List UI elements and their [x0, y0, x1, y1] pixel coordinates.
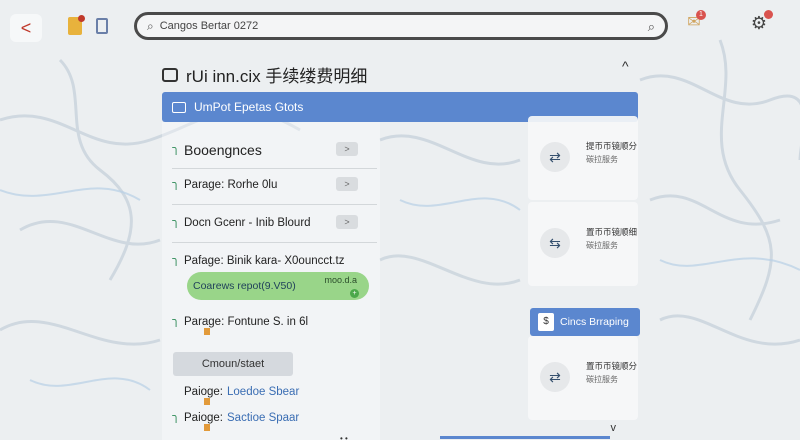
list-item[interactable]: ך Pafage: Binik kara- X0ouncct.tz: [172, 247, 372, 275]
window-icon: [162, 67, 178, 82]
billing-button-label: Cincs Brraping: [560, 316, 629, 328]
list-item-link[interactable]: Loedoe Sbear: [227, 386, 299, 398]
progress-line: [440, 436, 610, 439]
page-title: rUi inn.cix 手续缕费明细: [162, 62, 367, 87]
chevron-right-icon[interactable]: >: [336, 177, 358, 191]
list-marker: ך: [172, 144, 178, 156]
list-item-label: Parage: Fontune S. in 6l: [184, 316, 309, 328]
list-item[interactable]: ך Booengnces >: [172, 136, 372, 164]
list-item-label: Parage: Rorhe 0lu: [184, 179, 278, 191]
settings-button[interactable]: ⚙: [745, 10, 773, 36]
settings-badge: [764, 10, 773, 19]
back-arrow-icon: <: [20, 17, 32, 38]
card-subtitle: 碳拉服务: [586, 155, 618, 164]
search-bar[interactable]: ⌕ Cangos Bertar 0272 ⌕: [134, 12, 668, 40]
search-input[interactable]: Cangos Bertar 0272: [160, 20, 258, 32]
list-item[interactable]: ך Parage: Fontune S. in 6l: [172, 308, 372, 336]
card-title: 置币币镜顺分: [586, 361, 638, 371]
service-card[interactable]: ⇄ 提币币镜顺分 碳拉服务: [528, 116, 638, 200]
tag-icon: [204, 328, 210, 335]
dollar-icon: $: [538, 313, 554, 331]
divider: [172, 168, 377, 169]
list-item[interactable]: ך Docn Gcenr - Inib Blourd >: [172, 209, 372, 237]
page-title-text: rUi inn.cix 手续缕费明细: [186, 67, 368, 86]
report-module-label: moo.d.a: [324, 275, 357, 285]
list-item[interactable]: ך Paioge: Sactioe Spaar: [172, 404, 372, 432]
list-item[interactable]: Paioge: Loedoe Sbear: [172, 378, 372, 406]
list-item-link[interactable]: Sactioe Spaar: [227, 412, 299, 424]
chevron-down-icon[interactable]: v: [611, 422, 617, 434]
section-header-label: UmPot Epetas Gtots: [194, 100, 304, 114]
screen-icon: [172, 101, 186, 113]
notes-icon[interactable]: [68, 15, 85, 35]
card-title: 提币币镜顺分: [586, 141, 638, 151]
chevron-right-icon[interactable]: >: [336, 215, 358, 229]
divider: [172, 242, 377, 243]
divider: [172, 204, 377, 205]
count-start-label: Cmoun/staet: [201, 358, 265, 370]
list-item-label: Booengnces: [184, 142, 262, 158]
list-marker: ך: [172, 316, 178, 328]
exchange-icon: ⇄: [540, 142, 570, 172]
document-icon[interactable]: [96, 18, 108, 34]
page-dots: • •: [340, 434, 348, 440]
list-item-label: Paioge:: [184, 412, 224, 424]
notification-badge: 1: [696, 10, 706, 20]
list-item-label: Paioge:: [184, 386, 224, 398]
highlighted-report-item[interactable]: Coarews repot(9.V50) moo.d.a +: [187, 272, 369, 300]
count-start-button[interactable]: Cmoun/staet: [173, 352, 293, 376]
bottom-bar: v: [428, 422, 628, 440]
billing-button[interactable]: $ Cincs Brraping: [530, 308, 640, 336]
transfer-icon: ⇆: [540, 228, 570, 258]
service-card[interactable]: ⇄ 置币币镜顺分 碳拉服务: [528, 336, 638, 420]
list-marker: ך: [172, 179, 178, 191]
collapse-button[interactable]: ^: [622, 58, 629, 74]
list-item[interactable]: ך Parage: Rorhe 0lu >: [172, 171, 372, 199]
service-card[interactable]: ⇆ 置币币镜顺细 碳拉服务: [528, 202, 638, 286]
tag-icon: [204, 424, 210, 431]
chevron-up-icon: ^: [622, 58, 629, 74]
search-submit-icon[interactable]: ⌕: [648, 19, 655, 35]
list-marker: ך: [172, 255, 178, 267]
chevron-right-icon[interactable]: >: [336, 142, 358, 156]
card-subtitle: 碳拉服务: [586, 241, 618, 250]
add-icon[interactable]: +: [350, 289, 359, 298]
card-subtitle: 碳拉服务: [586, 375, 618, 384]
search-icon: ⌕: [147, 18, 154, 33]
report-label: Coarews repot(9.V50): [193, 280, 296, 292]
message-button[interactable]: ✉ 1: [680, 10, 708, 34]
card-title: 置币币镜顺细: [586, 227, 638, 237]
top-bar: < ⌕ Cangos Bertar 0272 ⌕ ✉ 1 ⚙: [0, 0, 800, 50]
map-background: [0, 0, 800, 440]
swap-icon: ⇄: [540, 362, 570, 392]
list-item-label: Docn Gcenr - Inib Blourd: [184, 217, 311, 229]
list-item-label: Pafage: Binik kara- X0ouncct.tz: [184, 255, 345, 267]
back-button[interactable]: <: [10, 14, 42, 42]
list-marker: ך: [172, 217, 178, 229]
list-marker: ך: [172, 412, 178, 424]
